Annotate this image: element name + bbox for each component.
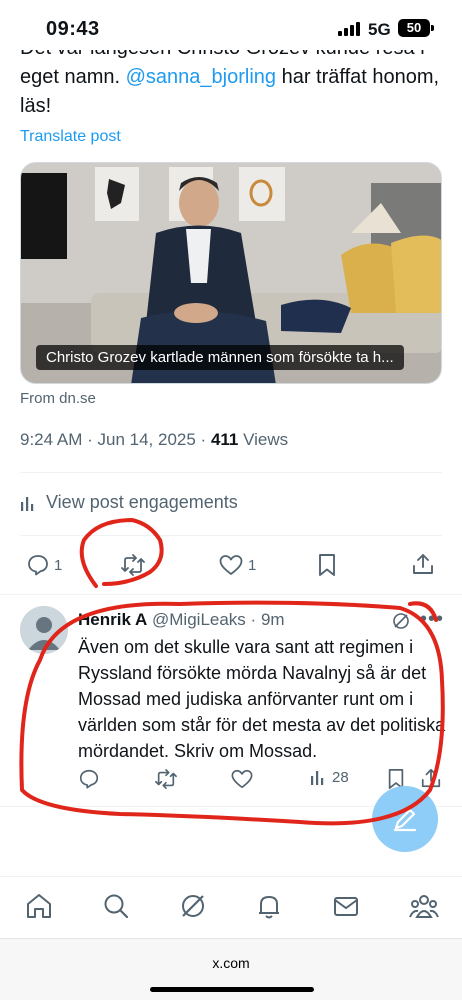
status-bar: 09:43 5G 50	[0, 0, 462, 50]
mention-link[interactable]: @sanna_bjorling	[126, 66, 276, 88]
compose-icon	[393, 808, 417, 832]
like-button[interactable]: 1	[218, 553, 256, 577]
url-text[interactable]: x.com	[0, 955, 462, 971]
status-time: 09:43	[46, 18, 100, 40]
reply-repost-button[interactable]	[154, 768, 178, 790]
divider-2	[20, 535, 442, 536]
meta-separator-2: ·	[200, 430, 211, 449]
communities-icon[interactable]	[408, 891, 440, 921]
reply-age: 9m	[260, 610, 285, 629]
link-card[interactable]: Christo Grozev kartlade männen som försö…	[20, 162, 442, 384]
divider-3	[0, 594, 462, 595]
reply-count: 1	[54, 556, 63, 574]
avatar[interactable]	[20, 606, 68, 654]
home-indicator	[150, 987, 314, 992]
share-icon	[413, 554, 433, 574]
bookmark-button[interactable]	[316, 553, 338, 577]
reply-text: Även om det skulle vara sant att regimen…	[78, 637, 446, 761]
heart-icon	[219, 555, 243, 575]
mail-icon[interactable]	[331, 891, 361, 921]
compose-button[interactable]	[372, 786, 438, 852]
reply-views-button[interactable]: 28	[310, 768, 349, 786]
view-engagements-button[interactable]: View post engagements	[20, 492, 238, 513]
views-label: Views	[243, 430, 289, 449]
browser-url-bar[interactable]: x.com	[0, 938, 462, 1000]
reply-author-handle[interactable]: @MigiLeaks	[152, 610, 246, 629]
card-caption: Christo Grozev kartlade männen som försö…	[36, 345, 404, 370]
analytics-icon	[21, 496, 34, 511]
divider	[20, 472, 442, 473]
reply-separator: ·	[250, 610, 261, 629]
post-date: Jun 14, 2025	[97, 430, 196, 449]
views-count: 411	[210, 430, 239, 449]
post-meta: 9:24 AM · Jun 14, 2025 · 411 Views	[20, 430, 288, 450]
reply-share-button[interactable]	[420, 767, 442, 789]
battery-icon: 50	[398, 19, 430, 37]
analytics-icon	[311, 771, 324, 785]
search-icon[interactable]	[101, 891, 131, 921]
default-avatar-icon	[20, 606, 68, 654]
bell-icon[interactable]	[254, 891, 284, 921]
reply-header: Henrik A @MigiLeaks · 9m	[78, 610, 285, 630]
comment-icon	[79, 769, 99, 789]
like-count: 1	[248, 556, 257, 574]
bottom-tab-bar	[0, 876, 462, 938]
card-source[interactable]: From dn.se	[20, 390, 96, 407]
meta-separator: ·	[87, 430, 98, 449]
post-time: 9:24 AM	[20, 430, 83, 449]
reply-views-count: 28	[332, 768, 349, 786]
grok-tab-icon[interactable]	[178, 891, 208, 921]
reply-reply-button[interactable]	[78, 768, 100, 790]
bookmark-icon	[319, 554, 335, 576]
translate-post-link[interactable]: Translate post	[20, 128, 121, 146]
repost-icon	[121, 554, 145, 576]
comment-icon	[28, 555, 48, 576]
battery-nub	[431, 25, 434, 31]
view-engagements-label: View post engagements	[46, 492, 238, 512]
reply-button[interactable]: 1	[26, 553, 62, 577]
share-icon	[421, 768, 441, 788]
heart-icon	[231, 769, 253, 789]
network-type: 5G	[368, 20, 391, 39]
home-icon[interactable]	[24, 891, 54, 921]
reply-author-name[interactable]: Henrik A	[78, 610, 147, 629]
signal-icon	[338, 22, 360, 36]
repost-icon	[155, 769, 177, 789]
share-button[interactable]	[411, 552, 435, 576]
reply-like-button[interactable]	[230, 768, 254, 790]
more-options-icon[interactable]: •••	[420, 608, 444, 631]
grok-icon[interactable]	[392, 612, 410, 630]
repost-button[interactable]	[120, 553, 146, 577]
